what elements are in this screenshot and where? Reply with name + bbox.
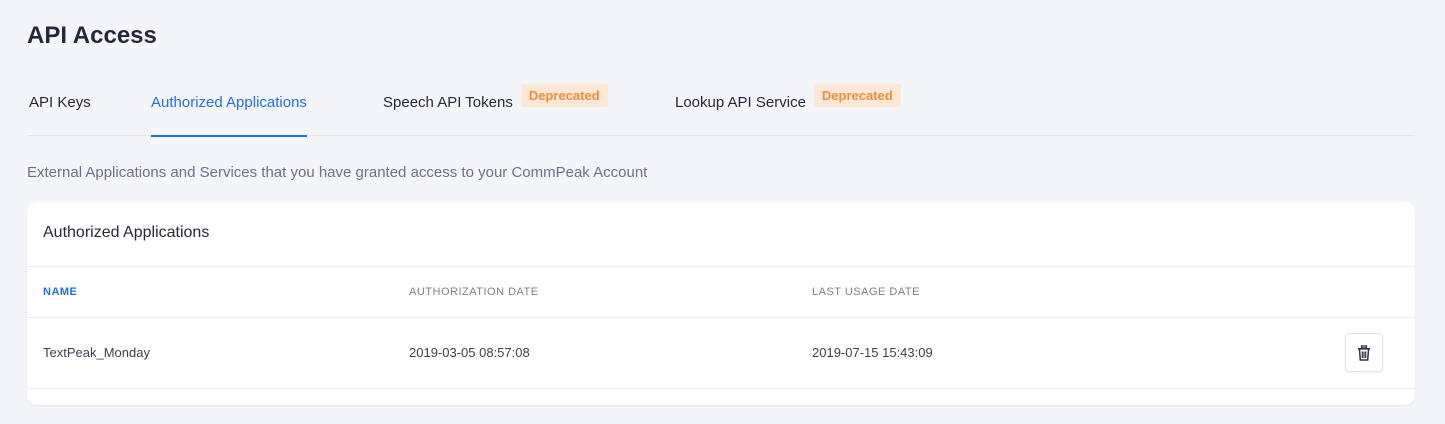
card-title: Authorized Applications (43, 224, 210, 241)
cell-authorization-date: 2019-03-05 08:57:08 (409, 345, 530, 360)
tab-bar: API Keys Authorized Applications Speech … (27, 80, 1415, 137)
delete-button[interactable] (1345, 333, 1383, 372)
column-header-name[interactable]: NAME (43, 286, 77, 298)
tab-api-keys[interactable]: API Keys (29, 80, 91, 136)
trash-icon (1358, 344, 1370, 361)
api-access-page: API Access API Keys Authorized Applicati… (0, 0, 1445, 424)
tab-label: Authorized Applications (151, 94, 307, 111)
page-description: External Applications and Services that … (27, 164, 648, 181)
deprecated-badge: Deprecated (520, 84, 608, 107)
column-header-last-usage-date[interactable]: LAST USAGE DATE (812, 286, 920, 298)
deprecated-badge: Deprecated (813, 84, 901, 107)
tab-label: Speech API Tokens (383, 94, 513, 111)
table-row-divider (27, 388, 1415, 389)
cell-name: TextPeak_Monday (43, 345, 150, 360)
table-header-divider (27, 317, 1415, 318)
tab-label: Lookup API Service (675, 94, 806, 111)
authorized-applications-card: Authorized Applications NAME AUTHORIZATI… (27, 202, 1415, 405)
page-title: API Access (27, 22, 157, 49)
tab-label: API Keys (29, 94, 91, 111)
cell-last-usage-date: 2019-07-15 15:43:09 (812, 345, 933, 360)
tab-lookup-api-service[interactable]: Lookup API Service Deprecated (675, 80, 901, 136)
column-header-authorization-date[interactable]: AUTHORIZATION DATE (409, 286, 539, 298)
tab-speech-api-tokens[interactable]: Speech API Tokens Deprecated (383, 80, 608, 136)
card-header-divider (27, 266, 1415, 267)
tab-authorized-applications[interactable]: Authorized Applications (151, 80, 307, 137)
